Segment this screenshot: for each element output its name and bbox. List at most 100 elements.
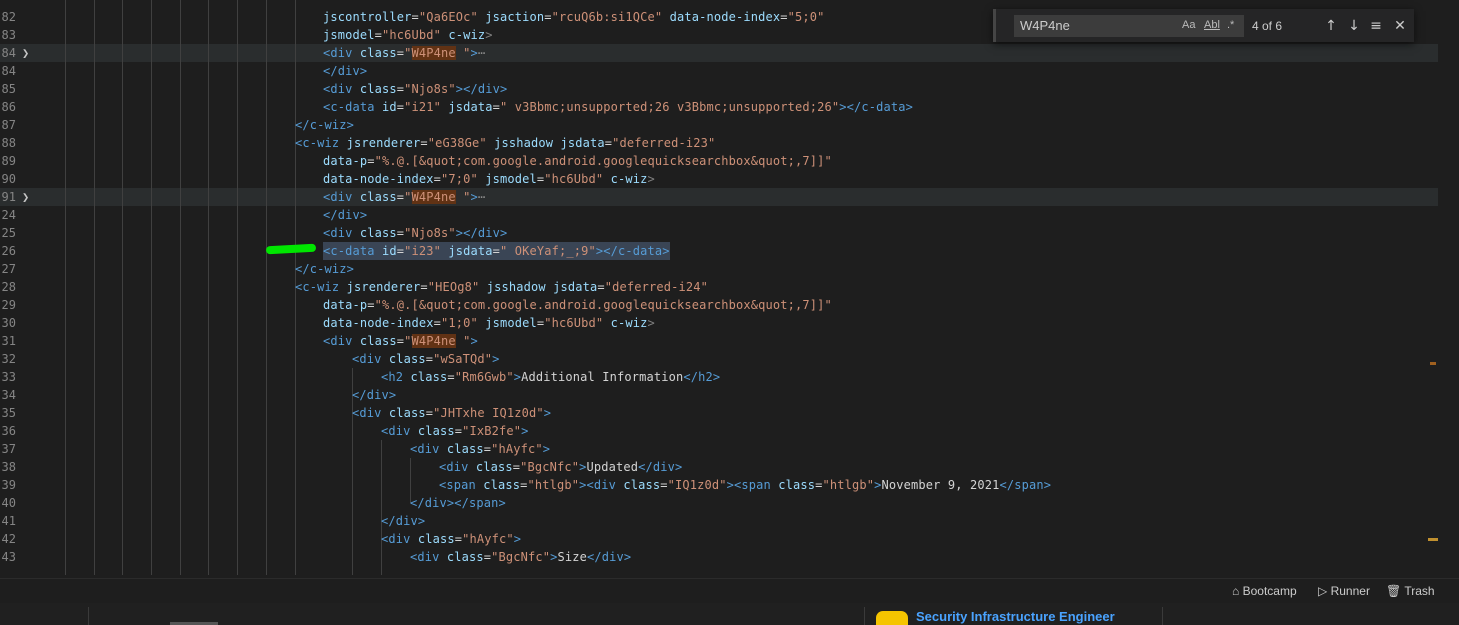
- line-number: 36: [1, 424, 16, 438]
- scrollbar-match-marker: [1428, 538, 1438, 541]
- whole-word-toggle[interactable]: Abl: [1204, 13, 1220, 37]
- line-number: 32: [1, 352, 16, 366]
- folded-ellipsis-icon[interactable]: ⋯: [478, 190, 485, 204]
- line-number: 25: [1, 226, 16, 240]
- code-line[interactable]: <c-wiz jsrenderer="HEOg8" jsshadow jsdat…: [295, 278, 708, 296]
- trash-icon: 🗑: [1386, 584, 1402, 598]
- code-line[interactable]: <div class="hAyfc">: [410, 440, 550, 458]
- line-number: 33: [1, 370, 16, 384]
- indent-guide: [65, 0, 66, 575]
- line-number-gutter: 82 83 84 ❯ 84 85 86 87 88 89 90 91 ❯ 24 …: [0, 0, 36, 575]
- line-number: 38: [1, 460, 16, 474]
- line-number: 86: [1, 100, 16, 114]
- status-bar: ⌂ Bootcamp ▷ Runner 🗑 Trash: [0, 578, 1459, 603]
- taskbar-divider: [88, 607, 89, 625]
- indent-guide: [151, 0, 152, 575]
- line-number: 26: [1, 244, 16, 258]
- code-line[interactable]: <div class="W4P4ne ">⋯: [323, 44, 485, 62]
- match-count: 4 of 6: [1252, 19, 1283, 33]
- code-line[interactable]: <div class="W4P4ne ">⋯: [323, 188, 485, 206]
- line-number: 28: [1, 280, 16, 294]
- indent-guide: [208, 0, 209, 575]
- code-line[interactable]: <span class="htlgb"><div class="IQ1z0d">…: [439, 476, 1051, 494]
- code-editor[interactable]: 82 83 84 ❯ 84 85 86 87 88 89 90 91 ❯ 24 …: [0, 0, 1459, 575]
- fold-chevron-right-icon[interactable]: ❯: [22, 188, 32, 206]
- code-line[interactable]: jsmodel="hc6Ubd" c-wiz>: [323, 26, 493, 44]
- line-number: 24: [1, 208, 16, 222]
- line-number: 85: [1, 82, 16, 96]
- code-line[interactable]: </div></span>: [410, 494, 506, 512]
- app-logo-icon: [876, 611, 908, 625]
- line-number: 39: [1, 478, 16, 492]
- code-line[interactable]: </c-wiz>: [295, 260, 354, 278]
- code-line[interactable]: <div class="W4P4ne ">: [323, 332, 478, 350]
- graduation-cap-icon: ⌂: [1232, 584, 1240, 598]
- line-number: 88: [1, 136, 16, 150]
- current-line-highlight: [0, 188, 1438, 206]
- code-line[interactable]: <c-data id="i21" jsdata=" v3Bbmc;unsuppo…: [323, 98, 913, 116]
- line-number: 37: [1, 442, 16, 456]
- code-line[interactable]: jscontroller="Qa6EOc" jsaction="rcuQ6b:s…: [323, 8, 825, 26]
- code-line[interactable]: <div class="JHTxhe IQ1z0d">: [352, 404, 551, 422]
- line-number: 82: [1, 10, 16, 24]
- fold-chevron-right-icon[interactable]: ❯: [22, 44, 32, 62]
- line-number: 43: [1, 550, 16, 564]
- indent-guide: [381, 440, 382, 575]
- code-line[interactable]: <div class="IxB2fe">: [381, 422, 529, 440]
- code-line[interactable]: data-node-index="7;0" jsmodel="hc6Ubd" c…: [323, 170, 655, 188]
- indent-guide: [180, 0, 181, 575]
- line-number: 34: [1, 388, 16, 402]
- search-match: W4P4ne: [411, 190, 456, 204]
- scrollbar-match-marker: [1430, 362, 1436, 365]
- taskbar-window-title[interactable]: Security Infrastructure Engineer: [916, 609, 1115, 625]
- next-match-arrow-down-icon[interactable]: ↓: [1344, 14, 1364, 38]
- search-match: W4P4ne: [411, 46, 456, 60]
- line-number: 29: [1, 298, 16, 312]
- match-case-toggle[interactable]: Aa: [1182, 13, 1195, 37]
- selected-code-line[interactable]: <c-data id="i23" jsdata=" OKeYaf;_;9"></…: [323, 242, 670, 260]
- code-line[interactable]: data-p="%.@.[&quot;com.google.android.go…: [323, 296, 832, 314]
- code-line[interactable]: data-node-index="1;0" jsmodel="hc6Ubd" c…: [323, 314, 655, 332]
- green-highlighter-stroke: [265, 243, 317, 255]
- code-line[interactable]: <div class="Njo8s"></div>: [323, 80, 507, 98]
- code-line[interactable]: </div>: [381, 512, 425, 530]
- code-line[interactable]: <div class="BgcNfc">Updated</div>: [439, 458, 682, 476]
- code-line[interactable]: </c-wiz>: [295, 116, 354, 134]
- bootcamp-item[interactable]: ⌂ Bootcamp: [1232, 582, 1297, 600]
- find-in-selection-icon[interactable]: ≡: [1366, 14, 1386, 38]
- code-line[interactable]: data-p="%.@.[&quot;com.google.android.go…: [323, 152, 832, 170]
- taskbar: Security Infrastructure Engineer: [0, 603, 1459, 625]
- code-line[interactable]: </div>: [352, 386, 396, 404]
- indent-guide: [266, 0, 267, 575]
- line-number: 91: [1, 190, 16, 204]
- regex-toggle[interactable]: .*: [1227, 13, 1234, 37]
- code-line[interactable]: <div class="Njo8s"></div>: [323, 224, 507, 242]
- previous-match-arrow-up-icon[interactable]: ↑: [1321, 14, 1341, 38]
- line-number: 27: [1, 262, 16, 276]
- close-icon[interactable]: ✕: [1390, 14, 1410, 38]
- line-number: 30: [1, 316, 16, 330]
- line-number: 84: [1, 64, 16, 78]
- code-line[interactable]: </div>: [323, 206, 367, 224]
- current-line-highlight: [0, 44, 1438, 62]
- line-number: 40: [1, 496, 16, 510]
- runner-item[interactable]: ▷ Runner: [1318, 582, 1370, 600]
- trash-item[interactable]: 🗑 Trash: [1386, 582, 1435, 600]
- indent-guide: [237, 0, 238, 575]
- folded-ellipsis-icon[interactable]: ⋯: [478, 46, 485, 60]
- line-number: 35: [1, 406, 16, 420]
- play-box-icon: ▷: [1318, 584, 1328, 598]
- search-match: W4P4ne: [411, 334, 456, 348]
- code-line[interactable]: <div class="BgcNfc">Size</div>: [410, 548, 631, 566]
- line-number: 42: [1, 532, 16, 546]
- line-number: 90: [1, 172, 16, 186]
- code-line[interactable]: <c-wiz jsrenderer="eG38Ge" jsshadow jsda…: [295, 134, 715, 152]
- code-line[interactable]: <div class="hAyfc">: [381, 530, 521, 548]
- code-line[interactable]: <div class="wSaTQd">: [352, 350, 500, 368]
- line-number: 89: [1, 154, 16, 168]
- line-number: 83: [1, 28, 16, 42]
- line-number: 84: [1, 46, 16, 60]
- code-line[interactable]: </div>: [323, 62, 367, 80]
- line-number: 41: [1, 514, 16, 528]
- code-line[interactable]: <h2 class="Rm6Gwb">Additional Informatio…: [381, 368, 720, 386]
